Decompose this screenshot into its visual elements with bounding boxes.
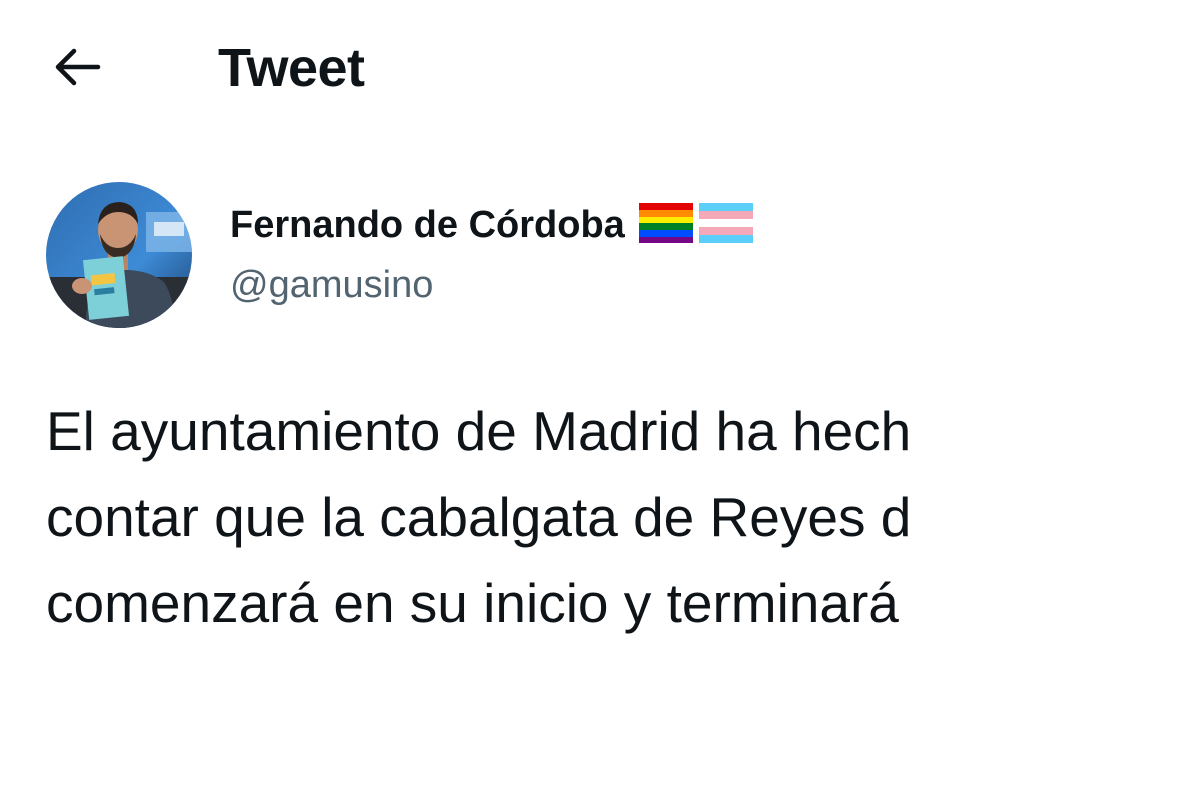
- arrow-left-icon: [55, 48, 101, 86]
- rainbow-flag-icon: [638, 202, 693, 248]
- tweet-text-line: contar que la cabalgata de Reyes d: [46, 486, 912, 548]
- tweet-text: El ayuntamiento de Madrid ha hech contar…: [46, 388, 1140, 638]
- avatar-image: [46, 182, 192, 328]
- tweet-page: Tweet Fernando de Córdoba @gamusino El a…: [0, 0, 1200, 800]
- back-button[interactable]: [40, 30, 114, 104]
- header: Tweet: [0, 0, 1200, 130]
- author-name[interactable]: Fernando de Córdoba: [230, 202, 625, 248]
- transgender-flag-icon: [698, 202, 753, 248]
- tweet-text-line: comenzará en su inicio y terminará: [46, 572, 899, 634]
- author-name-row: Fernando de Córdoba: [230, 200, 753, 250]
- page-title: Tweet: [218, 38, 365, 98]
- author-handle[interactable]: @gamusino: [230, 262, 433, 308]
- tweet-text-line: El ayuntamiento de Madrid ha hech: [46, 400, 912, 462]
- avatar[interactable]: [46, 182, 192, 328]
